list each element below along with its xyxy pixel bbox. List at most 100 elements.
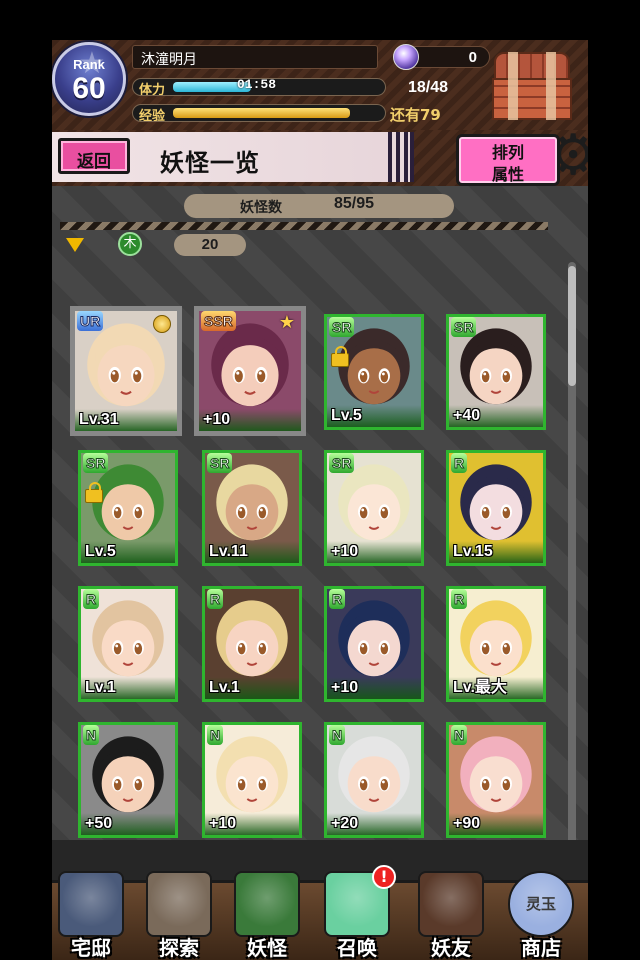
rope-divider [60, 222, 548, 230]
rarity-badge: R [207, 589, 224, 609]
yokai-card[interactable]: R Lv.最大 [446, 586, 546, 702]
yokai-count-value: 85/95 [334, 195, 375, 212]
rarity-badge: R [329, 589, 346, 609]
rarity-badge: N [329, 725, 346, 745]
yokai-card[interactable]: SR +10 [324, 450, 424, 566]
rarity-badge: R [451, 453, 468, 473]
lock-icon [331, 346, 349, 367]
treasure-chest-icon[interactable] [488, 48, 576, 124]
card-level-label: Lv.最大 [449, 677, 543, 699]
back-button-label: 返回 [77, 152, 111, 172]
yokai-card[interactable]: N +90 [446, 722, 546, 838]
card-level-label: +10 [327, 677, 421, 699]
medal-icon [153, 315, 171, 333]
shop-orb-label: 灵玉 [525, 895, 556, 913]
title-bar: 返回 妖怪一览 ⚙ 排列 属性 [52, 126, 588, 186]
friend-icon [418, 871, 484, 937]
yokai-card[interactable]: SR Lv.5 [324, 314, 424, 430]
yokai-card[interactable]: N +10 [202, 722, 302, 838]
rarity-badge: SR [83, 453, 109, 473]
notification-badge: ! [372, 865, 396, 889]
scrollbar[interactable] [568, 262, 576, 892]
chest-band [546, 52, 556, 120]
card-level-label: Lv.1 [81, 677, 175, 699]
rarity-badge: SSR [201, 311, 236, 331]
yokai-card[interactable]: R Lv.1 [78, 586, 178, 702]
yokai-list-panel: 妖怪数 85/95 木 20 UR Lv.31 SSR ★ +10 SR Lv.… [52, 186, 588, 918]
nav-label: 召唤 [337, 936, 377, 960]
shop-orb-icon: 灵玉 [508, 871, 574, 937]
rarity-badge: SR [207, 453, 233, 473]
exp-fill [173, 108, 350, 118]
stamina-bar: 体力 01:58 [132, 78, 386, 96]
sort-button[interactable]: 排列 属性 [456, 134, 560, 186]
chest-body [492, 78, 572, 120]
rarity-badge: SR [329, 453, 355, 473]
card-level-label: +10 [199, 409, 301, 431]
yokai-card[interactable]: SR +40 [446, 314, 546, 430]
rarity-badge: SR [329, 317, 355, 337]
nav-label: 妖怪 [247, 936, 287, 960]
yokai-card[interactable]: SR Lv.5 [78, 450, 178, 566]
rank-label: Rank [73, 57, 105, 72]
back-button[interactable]: 返回 [58, 138, 130, 174]
nav-item[interactable]: 妖友 [408, 871, 494, 960]
card-level-label: Lv.5 [81, 541, 175, 563]
player-name-bar: 沐潼明月 [132, 45, 378, 69]
card-level-label: +10 [205, 813, 299, 835]
yokai-card[interactable]: UR Lv.31 [70, 306, 182, 436]
chest-lid [494, 52, 570, 80]
player-name: 沐潼明月 [141, 52, 197, 68]
exp-bar: 经验 [132, 104, 386, 122]
yokai-card[interactable]: SR Lv.11 [202, 450, 302, 566]
card-level-label: Lv.15 [449, 541, 543, 563]
stamina-value: 18/48 [408, 79, 449, 96]
nav-item[interactable]: 宅邸 [52, 871, 134, 960]
nav-label: 宅邸 [71, 936, 111, 960]
yokai-count-label: 妖怪数 [240, 200, 282, 216]
card-level-label: Lv.5 [327, 405, 421, 427]
filter-dropdown-icon[interactable] [66, 238, 84, 252]
nav-item[interactable]: 灵玉 商店 [498, 871, 584, 960]
yokai-card[interactable]: R +10 [324, 586, 424, 702]
yokai-count-bar: 妖怪数 85/95 [184, 194, 454, 218]
page-title: 妖怪一览 [160, 148, 260, 177]
rarity-badge: SR [451, 317, 477, 337]
lock-icon [85, 482, 103, 503]
rarity-badge: R [451, 589, 468, 609]
yokai-scroll-icon [234, 871, 300, 937]
yokai-card[interactable]: SSR ★ +10 [194, 306, 306, 436]
nav-item[interactable]: ! 召唤 [314, 865, 400, 960]
wood-element-icon[interactable]: 木 [118, 232, 142, 256]
rarity-badge: N [207, 725, 224, 745]
card-level-label: +50 [81, 813, 175, 835]
yokai-card[interactable]: R Lv.15 [446, 450, 546, 566]
scrollbar-thumb[interactable] [568, 266, 576, 386]
rarity-badge: R [83, 589, 100, 609]
card-level-label: Lv.11 [205, 541, 299, 563]
card-level-label: Lv.31 [75, 409, 177, 431]
filter-count: 20 [174, 234, 246, 256]
mansion-icon [58, 871, 124, 937]
gem-counter[interactable]: 0 [393, 44, 490, 70]
stamina-label: 体力 [139, 83, 166, 96]
sort-mode-label: 属性 [491, 165, 524, 184]
yokai-card[interactable]: N +50 [78, 722, 178, 838]
yokai-card[interactable]: R Lv.1 [202, 586, 302, 702]
card-level-label: +20 [327, 813, 421, 835]
nav-item[interactable]: 妖怪 [224, 871, 310, 960]
rank-badge[interactable]: ★ Rank 60 [52, 42, 126, 116]
nav-label: 商店 [521, 936, 561, 960]
card-level-label: +40 [449, 405, 543, 427]
rarity-badge: N [451, 725, 468, 745]
gem-count: 0 [468, 49, 477, 66]
card-level-label: +10 [327, 541, 421, 563]
nav-item[interactable]: 探索 [136, 871, 222, 960]
rarity-badge: N [83, 725, 100, 745]
yokai-card[interactable]: N +20 [324, 722, 424, 838]
stamina-timer: 01:58 [237, 78, 277, 92]
bottom-navigation: 宅邸 探索 妖怪! 召唤 妖友 灵玉 商店 [52, 865, 588, 960]
magnifier-icon [146, 871, 212, 937]
gem-icon [393, 44, 419, 70]
card-level-label: +90 [449, 813, 543, 835]
